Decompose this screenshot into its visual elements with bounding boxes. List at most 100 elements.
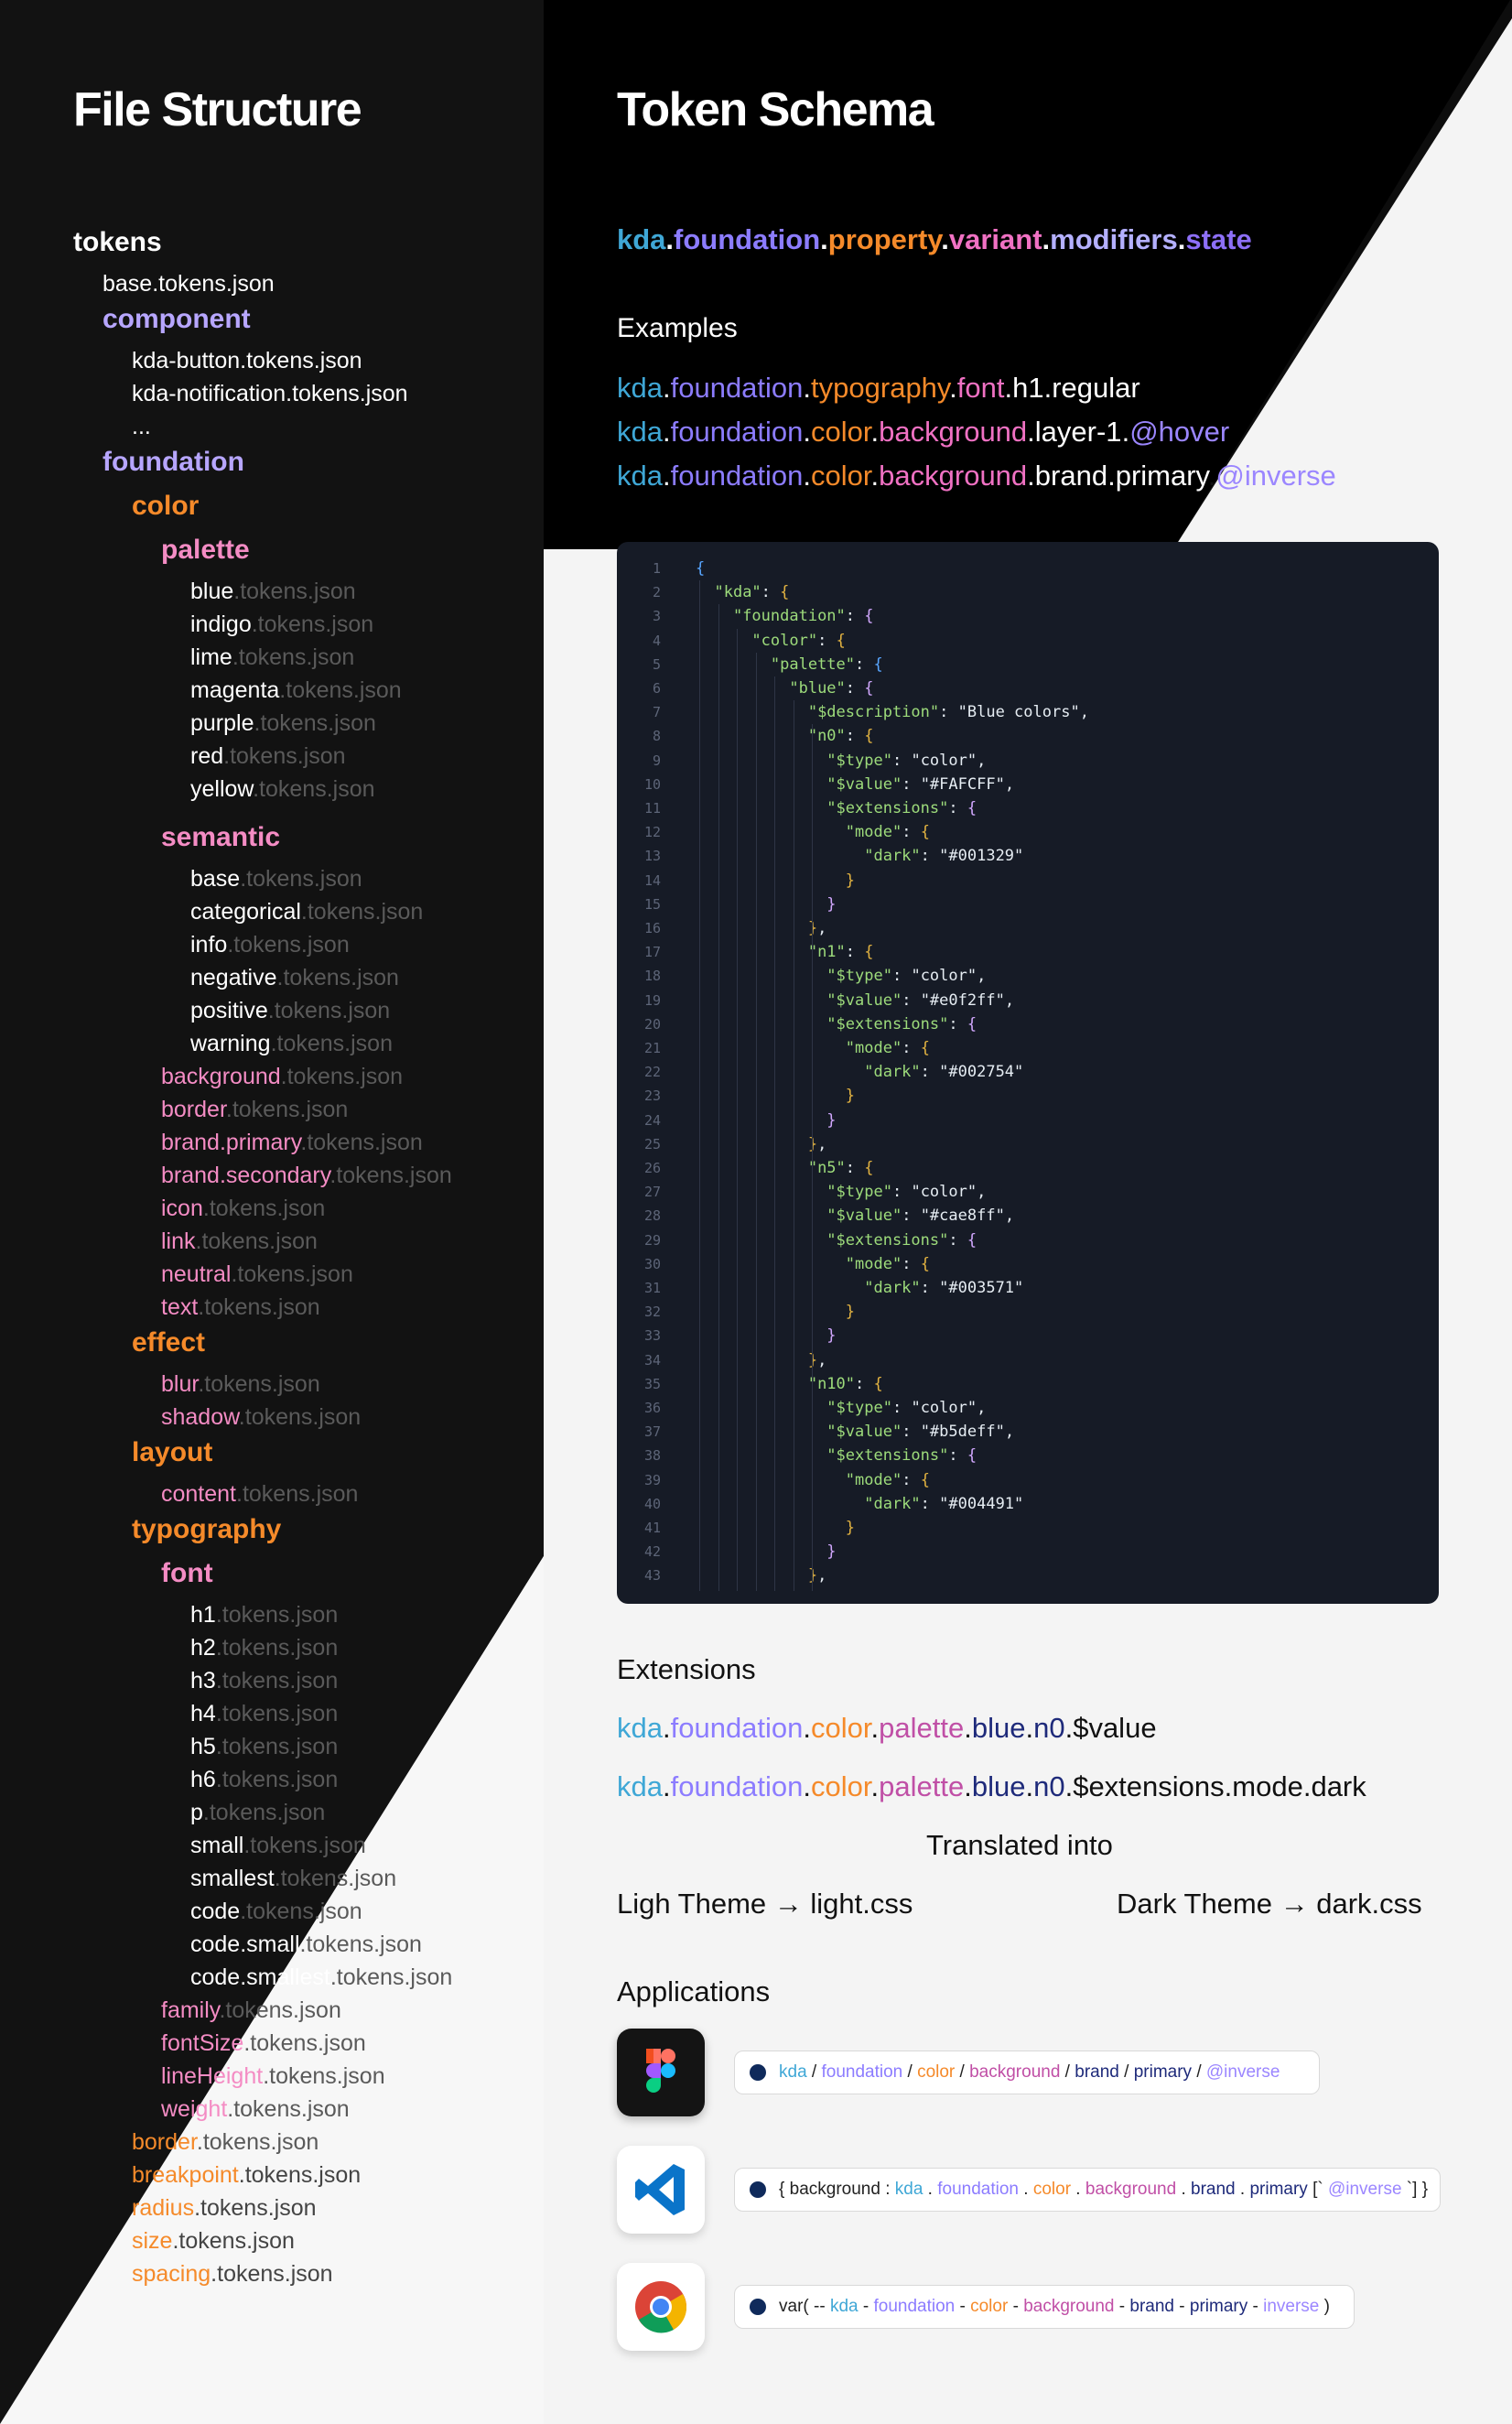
token-schema-title: Token Schema <box>617 83 934 136</box>
example-line-2: kda.foundation.color.background.layer-1.… <box>617 416 1230 448</box>
code-line: 31 "dark": "#003571" <box>643 1279 1024 1297</box>
tree-item: palette <box>161 535 250 565</box>
code-line: 37 "$value": "#b5deff", <box>643 1423 1015 1442</box>
schema-foundation: foundation <box>674 223 821 255</box>
figma-icon <box>617 2029 705 2116</box>
tree-item: base.tokens.json <box>103 271 275 297</box>
code-line: 10 "$value": "#FAFCFF", <box>643 774 1015 794</box>
code-line: 43 }, <box>643 1566 827 1585</box>
tree-item: background.tokens.json <box>161 1064 404 1089</box>
chrome-token-pill: var( -- kda - foundation - color - backg… <box>734 2285 1355 2329</box>
tree-item: border.tokens.json <box>132 2129 319 2155</box>
tree-item: purple.tokens.json <box>190 710 376 736</box>
code-line: 38 "$extensions": { <box>643 1446 977 1466</box>
code-line: 24 } <box>643 1110 837 1130</box>
tree-item: icon.tokens.json <box>161 1196 326 1221</box>
tree-item: magenta.tokens.json <box>190 677 402 703</box>
code-line: 36 "$type": "color", <box>643 1399 987 1417</box>
tree-item: negative.tokens.json <box>190 965 399 990</box>
tree-item: smallest.tokens.json <box>190 1866 397 1891</box>
code-line: 12 "mode": { <box>643 823 930 842</box>
schema-variant: variant <box>948 223 1042 255</box>
tree-item: effect <box>132 1327 206 1358</box>
code-line: 5 "palette": { <box>652 655 883 674</box>
tree-item: base.tokens.json <box>190 866 362 892</box>
tree-item: h4.tokens.json <box>190 1701 339 1726</box>
code-line: 32 } <box>643 1303 856 1322</box>
tree-item: small.tokens.json <box>190 1833 366 1858</box>
tree-item: p.tokens.json <box>190 1800 326 1825</box>
tree-item: text.tokens.json <box>161 1294 320 1320</box>
tree-item: kda-notification.tokens.json <box>132 381 408 406</box>
applications-heading: Applications <box>617 1975 771 2007</box>
code-line: 26 "n5": { <box>643 1159 874 1177</box>
schema-kda: kda <box>617 223 666 255</box>
code-line: 16 }, <box>643 919 827 937</box>
tree-item: red.tokens.json <box>190 743 346 769</box>
tree-item: border.tokens.json <box>161 1097 349 1122</box>
code-line: 29 "$extensions": { <box>643 1230 977 1250</box>
code-line: 4 "color": { <box>652 631 846 650</box>
code-line: 6 "blue": { <box>652 679 874 698</box>
tree-item: h3.tokens.json <box>190 1668 339 1694</box>
code-line: 14 } <box>643 871 856 890</box>
code-line: 40 "dark": "#004491" <box>643 1494 1024 1513</box>
tree-item: semantic <box>161 822 281 852</box>
tree-item: font <box>161 1558 213 1588</box>
extension-line-1: kda.foundation.color.palette.blue.n0.$va… <box>617 1712 1157 1744</box>
examples-heading: Examples <box>617 313 738 343</box>
code-line: 27 "$type": "color", <box>643 1183 987 1202</box>
tree-item: warning.tokens.json <box>190 1031 393 1056</box>
indent-guide <box>699 580 700 1591</box>
tree-item: code.smallest.tokens.json <box>190 1964 453 1990</box>
code-line: 19 "$value": "#e0f2ff", <box>643 990 1015 1010</box>
tree-item: blur.tokens.json <box>161 1371 320 1397</box>
tree-item: weight.tokens.json <box>161 2096 350 2122</box>
tree-item: h1.tokens.json <box>190 1602 339 1628</box>
tree-item: typography <box>132 1514 282 1544</box>
tree-item: info.tokens.json <box>190 932 350 958</box>
tree-item: size.tokens.json <box>132 2228 295 2254</box>
schema-modifiers: modifiers <box>1050 223 1178 255</box>
code-line: 3 "foundation": { <box>652 607 874 626</box>
code-line: 11 "$extensions": { <box>643 799 977 817</box>
code-line: 35 "n10": { <box>643 1374 883 1393</box>
example-line-1: kda.foundation.typography.font.h1.regula… <box>617 372 1140 404</box>
tree-item: code.tokens.json <box>190 1899 362 1924</box>
tree-item: blue.tokens.json <box>190 579 356 604</box>
tree-item: fontSize.tokens.json <box>161 2030 366 2056</box>
tree-item: h2.tokens.json <box>190 1635 339 1661</box>
tree-item: spacing.tokens.json <box>132 2261 333 2287</box>
tree-item: component <box>103 304 251 334</box>
indent-guide <box>755 652 757 1591</box>
code-line: 13 "dark": "#001329" <box>643 847 1024 866</box>
schema-pattern: kda.foundation.property.variant.modifier… <box>617 223 1252 255</box>
code-line: 41 } <box>643 1519 856 1537</box>
tree-item: family.tokens.json <box>161 1997 341 2023</box>
tree-item: brand.secondary.tokens.json <box>161 1163 452 1188</box>
indent-guide <box>737 628 738 1591</box>
tree-item: tokens <box>73 227 162 257</box>
tree-item: yellow.tokens.json <box>190 776 375 802</box>
tree-item: shadow.tokens.json <box>161 1404 362 1430</box>
schema-state: state <box>1185 223 1252 255</box>
tree-item: brand.primary.tokens.json <box>161 1130 423 1155</box>
tree-item: breakpoint.tokens.json <box>132 2162 362 2188</box>
code-line: 39 "mode": { <box>643 1470 930 1489</box>
tree-item: code.small.tokens.json <box>190 1932 422 1957</box>
tree-item: categorical.tokens.json <box>190 899 424 925</box>
tree-item: neutral.tokens.json <box>161 1261 353 1287</box>
tree-item: lime.tokens.json <box>190 644 355 670</box>
vscode-icon <box>617 2146 705 2234</box>
tree-item: ... <box>132 414 151 439</box>
tree-item: color <box>132 491 200 521</box>
indent-guide <box>812 724 813 1591</box>
code-line: 17 "n1": { <box>643 943 874 962</box>
tree-item: kda-button.tokens.json <box>132 348 362 373</box>
code-line: 9 "$type": "color", <box>652 751 987 770</box>
figma-token-pill: kda / foundation / color / background / … <box>734 2051 1320 2094</box>
tree-item: positive.tokens.json <box>190 998 391 1023</box>
code-line: 30 "mode": { <box>643 1254 930 1273</box>
light-theme-output: Ligh Theme → light.css <box>617 1888 913 1920</box>
code-line: 2 "kda": { <box>652 583 790 602</box>
